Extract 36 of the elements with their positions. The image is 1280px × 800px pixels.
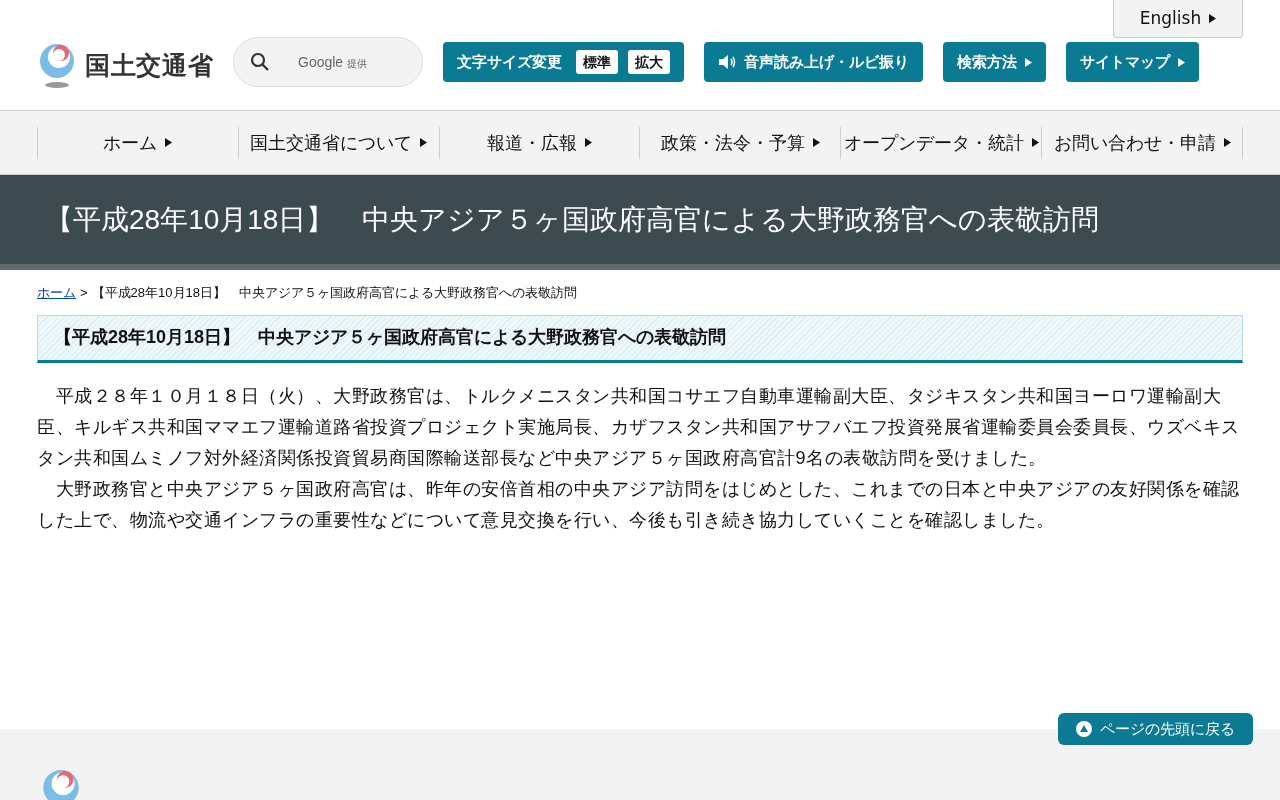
triangle-icon [1178,57,1185,67]
breadcrumb-separator: > [80,284,88,302]
search-placeholder: Google 提供 [298,52,368,72]
header-button[interactable]: 検索方法 [943,42,1046,82]
nav-link[interactable]: 政策・法令・予算 [639,126,841,159]
english-link[interactable]: English [1113,0,1243,38]
speaker-icon [718,54,736,70]
triangle-icon [165,138,173,147]
triangle-icon [812,138,820,147]
nav-link[interactable]: オープンデータ・統計 [840,126,1042,159]
section-heading: 【平成28年10月18日】 中央アジア５ヶ国政府高官による大野政務官への表敬訪問 [37,314,1243,363]
triangle-icon [585,138,593,147]
logo-icon [37,43,77,89]
nav-link[interactable]: ホーム [37,126,238,159]
nav-link[interactable]: 報道・広報 [438,126,640,159]
font-size-label: 文字サイズ変更 [457,51,562,72]
body-paragraph: 平成２８年１０月１８日（火）、大野政務官は、トルクメニスタン共和国コサエフ自動車運輸副大臣、タジキスタン共和国ヨーロワ運輸副大臣、キルギス共和国ママエフ運輸道路省投資プロジェクト実施局長、カザフスタン共和国アサフバエフ投資発展省運輸委員会委員長、ウズベキスタン共和国ムミノフ対外経済関係投資貿易商国際輸送部長など中央アジア５ヶ国政府高官計9名の表敬訪問を受けました。 [37,384,1241,470]
font-size-option[interactable]: 拡大 [628,50,670,74]
header-button[interactable]: 音声読み上げ・ルビ振り [704,42,923,82]
back-to-top-button[interactable]: ページの先頭に戻る [1058,713,1253,745]
page-title: 【平成28年10月18日】 中央アジア５ヶ国政府高官による大野政務官への表敬訪問 [45,202,1100,237]
nav-link[interactable]: お問い合わせ・申請 [1041,126,1243,159]
triangle-icon [1025,57,1032,67]
header-button[interactable]: サイトマップ [1066,42,1199,82]
logo-text: 国土交通省 [85,50,214,82]
search-icon [250,52,270,72]
triangle-icon [1223,138,1231,147]
triangle-icon [1209,14,1217,23]
breadcrumb-current: 【平成28年10月18日】 中央アジア５ヶ国政府高官による大野政務官への表敬訪問 [91,284,577,302]
triangle-icon [1031,138,1039,147]
breadcrumb-home-link[interactable]: ホーム [37,283,76,303]
font-size-option[interactable]: 標準 [576,50,618,74]
nav-link[interactable]: 国土交通省について [237,126,439,159]
triangle-icon [420,138,428,147]
body-paragraph: 大野政務官と中央アジア５ヶ国政府高官は、昨年の安倍首相の中央アジア訪問をはじめとした、これまでの日本と中央アジアの友好関係を確認した上で、物流や交通インフラの重要性などについて意見交換を行い、今後も引き続き協力していくことを確認しました。 [37,477,1241,532]
search-field[interactable]: Google 提供 [233,37,423,87]
